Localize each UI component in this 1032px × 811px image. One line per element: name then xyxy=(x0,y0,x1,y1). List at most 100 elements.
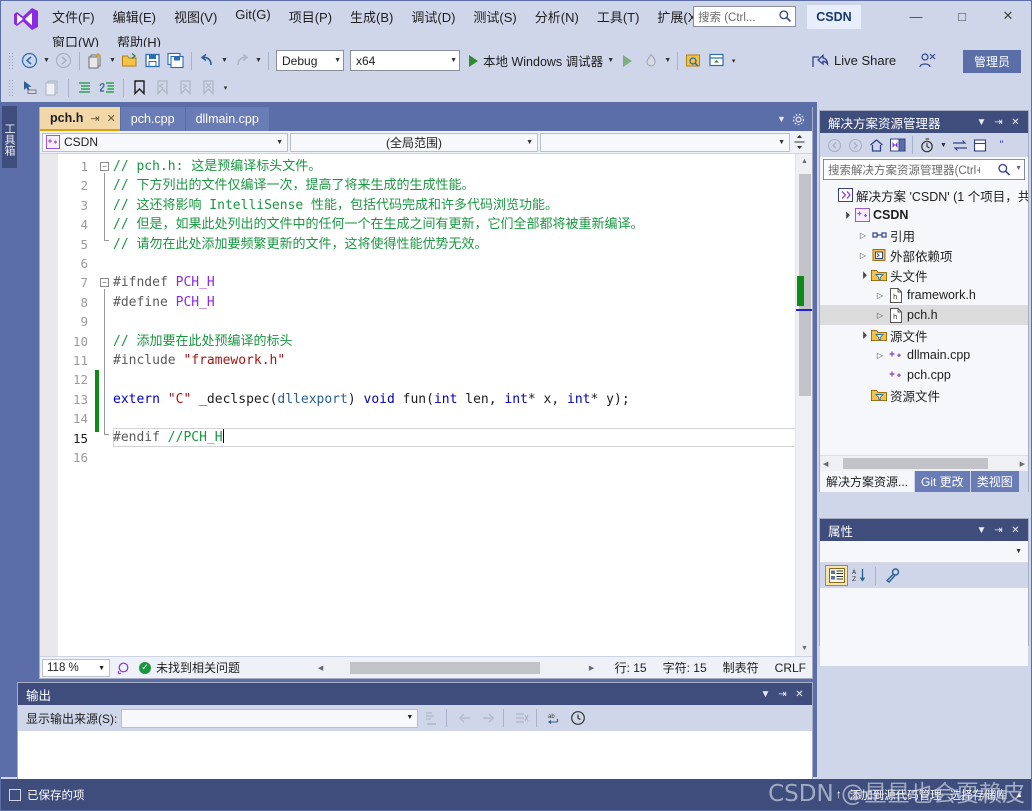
tree-item-[interactable]: 资源文件 xyxy=(820,385,1028,405)
scroll-left-icon[interactable]: ◀ xyxy=(314,664,328,672)
menu-project[interactable]: 项目(P) xyxy=(280,4,341,29)
outlining-margin[interactable]: − − xyxy=(99,154,113,656)
go-to-next-icon[interactable] xyxy=(477,708,499,728)
editor-horizontal-scrollbar[interactable]: ◀ ▶ xyxy=(314,659,599,677)
pointer-select-icon[interactable] xyxy=(18,77,41,99)
close-icon[interactable]: ✕ xyxy=(107,112,116,125)
feedback-icon[interactable] xyxy=(915,50,938,72)
select-repository-caret-icon[interactable]: ▲ xyxy=(1015,790,1023,799)
live-share-button[interactable]: Live Share xyxy=(811,53,896,69)
menu-view[interactable]: 视图(V) xyxy=(165,4,226,29)
clear-bookmarks-icon[interactable] xyxy=(197,77,220,99)
scroll-right-icon[interactable]: ▶ xyxy=(1017,460,1028,468)
tree-item-framework.h[interactable]: ▷ h framework.h xyxy=(820,285,1028,305)
pin-icon[interactable]: ⇥ xyxy=(990,520,1007,540)
hot-reload-dropdown-icon[interactable]: ▼ xyxy=(662,50,673,72)
alphabetical-icon[interactable]: AZ xyxy=(848,565,871,586)
tree-item-[interactable]: ▷ 引用 xyxy=(820,225,1028,245)
collapsed-arrow-icon[interactable]: ▷ xyxy=(873,351,887,360)
comment-block-icon[interactable] xyxy=(41,77,64,99)
collapsed-arrow-icon[interactable]: ▷ xyxy=(856,251,870,260)
chevron-down-icon[interactable]: ▼ xyxy=(938,134,949,156)
start-debugging-button[interactable]: 本地 Windows 调试器 xyxy=(463,51,605,70)
collapsed-arrow-icon[interactable]: ▷ xyxy=(873,291,887,300)
code-text[interactable]: // pch.h: 这是预编译标头文件。 // 下方列出的文件仅编译一次，提高了将… xyxy=(113,154,812,656)
pin-icon[interactable]: ⇥ xyxy=(90,112,99,125)
refresh-icon[interactable] xyxy=(949,135,970,156)
editor-tab-pch-cpp[interactable]: pch.cpp xyxy=(120,107,185,131)
tree-item-[interactable]: ▷ 外部依赖项 xyxy=(820,245,1028,265)
menu-test[interactable]: 测试(S) xyxy=(464,4,525,29)
code-line[interactable]: // 这还将影响 IntelliSense 性能，包括代码完成和许多代码浏览功能… xyxy=(113,196,812,215)
start-debugging-dropdown-icon[interactable]: ▼ xyxy=(605,50,616,72)
code-line[interactable]: // pch.h: 这是预编译标头文件。 xyxy=(113,157,812,176)
clear-all-icon[interactable] xyxy=(420,708,442,728)
chevron-down-icon[interactable]: ▼ xyxy=(973,112,990,132)
split-view-icon[interactable] xyxy=(792,133,806,152)
code-line[interactable]: // 添加要在此处预编译的标头 xyxy=(113,332,812,351)
solution-name-badge[interactable]: CSDN xyxy=(807,5,861,29)
scroll-right-icon[interactable]: ▶ xyxy=(585,664,599,672)
code-line[interactable]: #define PCH_H xyxy=(113,293,812,312)
expanded-arrow-icon[interactable]: ◢ xyxy=(855,327,871,343)
code-line[interactable]: // 但是，如果此处列出的文件中的任何一个在生成之间有更新，它们全部都将被重新编… xyxy=(113,215,812,234)
add-to-source-control-button[interactable]: 添加到源代码管理 xyxy=(850,787,942,803)
scroll-left-icon[interactable]: ◀ xyxy=(820,460,831,468)
layout-icon[interactable] xyxy=(705,50,728,72)
hscroll-thumb[interactable] xyxy=(349,661,540,674)
save-icon[interactable] xyxy=(141,50,164,72)
undo-icon[interactable] xyxy=(196,50,219,72)
menu-tools[interactable]: 工具(T) xyxy=(588,4,649,29)
uncomment-icon[interactable] xyxy=(96,77,119,99)
scroll-up-icon[interactable]: ▲ xyxy=(796,154,812,169)
navigate-back-icon[interactable] xyxy=(824,135,845,156)
code-line[interactable] xyxy=(113,409,812,428)
code-line[interactable] xyxy=(113,448,812,467)
collapse-all-icon[interactable] xyxy=(970,135,991,156)
code-line[interactable] xyxy=(113,254,812,273)
close-icon[interactable]: ✕ xyxy=(791,684,808,704)
solution-explorer-search-input[interactable]: 搜索解决方案资源管理器(Ctrl+ ▼ xyxy=(823,159,1025,180)
redo-dropdown-icon[interactable]: ▼ xyxy=(253,50,264,72)
properties-icon[interactable]: '' xyxy=(991,135,1012,156)
chevron-down-icon[interactable]: ▼ xyxy=(1015,165,1022,172)
menu-analyze[interactable]: 分析(N) xyxy=(526,4,588,29)
toolbar2-grip[interactable] xyxy=(8,78,15,97)
open-file-icon[interactable] xyxy=(118,50,141,72)
search-icon[interactable] xyxy=(997,162,1011,177)
show-timestamps-icon[interactable] xyxy=(567,708,589,728)
tree-item-[interactable]: ◢ 源文件 xyxy=(820,325,1028,345)
code-line[interactable] xyxy=(113,312,812,331)
code-line[interactable]: #include "framework.h" xyxy=(113,351,812,370)
menu-edit[interactable]: 编辑(E) xyxy=(104,4,165,29)
collapse-box-ifndef[interactable]: − xyxy=(100,278,109,287)
tree-item-pch.h[interactable]: ▷ h pch.h xyxy=(820,305,1028,325)
code-line[interactable]: // 请勿在此处添加要频繁更新的文件，这将使得性能优势无效。 xyxy=(113,235,812,254)
menu-file[interactable]: 文件(F) xyxy=(43,4,104,29)
expanded-arrow-icon[interactable]: ◢ xyxy=(855,267,871,283)
tree-item-CSDN1[interactable]: 解决方案 'CSDN' (1 个项目，共 xyxy=(820,185,1028,205)
categorized-icon[interactable] xyxy=(825,565,848,586)
navigate-back-icon[interactable] xyxy=(18,50,41,72)
tree-item-CSDN[interactable]: ◢ CSDN xyxy=(820,205,1028,225)
navigate-forward-icon[interactable] xyxy=(52,50,75,72)
solution-tree-hscrollbar[interactable]: ◀ ▶ xyxy=(820,455,1028,471)
menu-git[interactable]: Git(G) xyxy=(226,4,279,29)
tree-item-pch.cpp[interactable]: pch.cpp xyxy=(820,365,1028,385)
member-scope-combo[interactable]: (全局范围) ▼ xyxy=(290,132,538,152)
menu-build[interactable]: 生成(B) xyxy=(341,4,402,29)
output-source-combo[interactable]: ▼ xyxy=(121,708,419,728)
toolbar-grip[interactable] xyxy=(8,51,15,70)
maximize-button[interactable]: □ xyxy=(939,1,985,31)
tree-item-[interactable]: ◢ 头文件 xyxy=(820,265,1028,285)
hscroll-thumb[interactable] xyxy=(843,458,989,469)
new-item-icon[interactable] xyxy=(84,50,107,72)
comment-icon[interactable] xyxy=(73,77,96,99)
search-in-window-icon[interactable] xyxy=(682,50,705,72)
previous-bookmark-icon[interactable] xyxy=(151,77,174,99)
editor-vertical-scrollbar[interactable]: ▲ ▼ xyxy=(795,154,812,656)
sync-with-active-document-icon[interactable] xyxy=(887,135,908,156)
tab-solution-explorer[interactable]: 解决方案资源... xyxy=(820,471,915,492)
editor-tab-pch-h[interactable]: pch.h ⇥ ✕ xyxy=(40,107,120,131)
close-icon[interactable]: ✕ xyxy=(1007,112,1024,132)
